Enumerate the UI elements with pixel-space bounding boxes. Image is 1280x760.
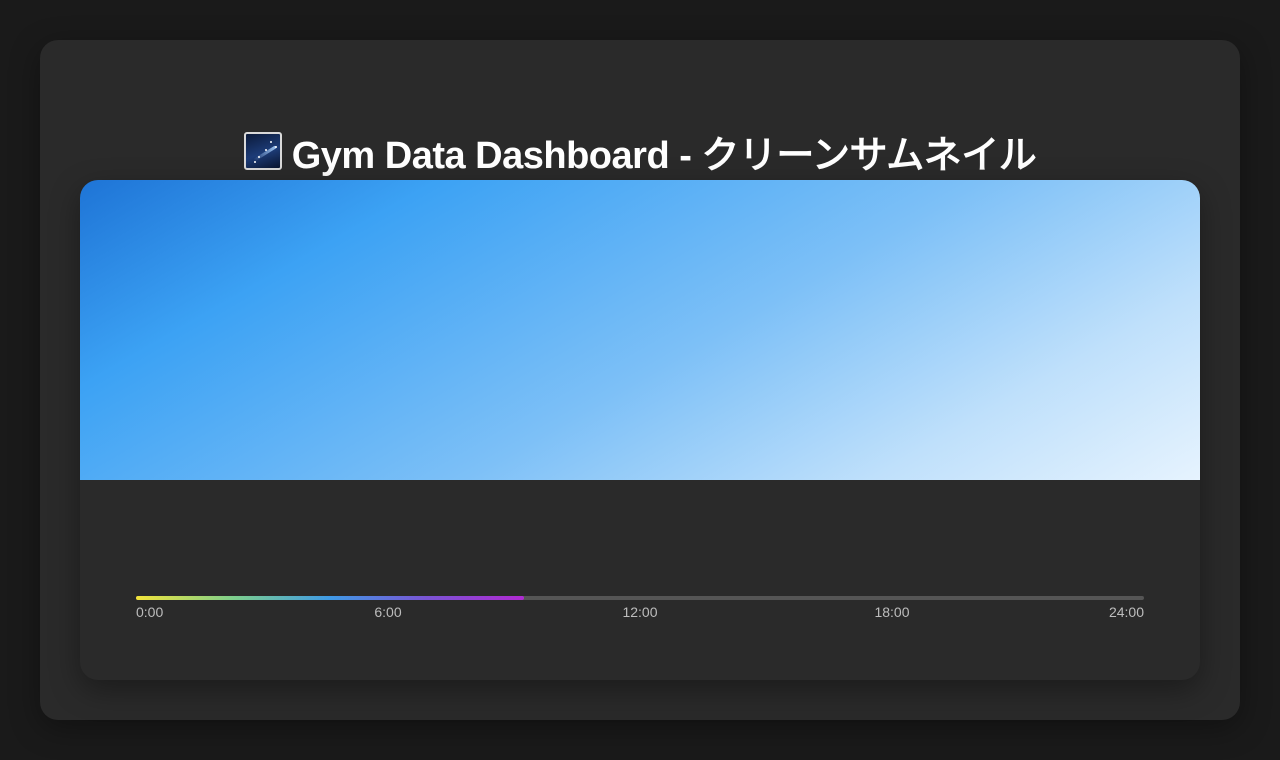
timeline-progress (136, 596, 525, 600)
header: Gym Data Dashboard - クリーンサムネイル (40, 126, 1240, 177)
thumbnail-preview (80, 180, 1200, 480)
page-title: Gym Data Dashboard - クリーンサムネイル (291, 134, 1037, 177)
timeline-tick-6: 6:00 (374, 604, 402, 620)
timeline-track[interactable] (136, 596, 1144, 600)
timeline-tick-24: 24:00 (1108, 604, 1144, 620)
timeline-tick-0: 0:00 (136, 604, 164, 620)
shooting-star-icon (243, 132, 282, 170)
dashboard-panel: Gym Data Dashboard - クリーンサムネイル 0:00 6:00… (40, 40, 1240, 720)
thumbnail-card: 0:00 6:00 12:00 18:00 24:00 (80, 180, 1200, 680)
timeline-tick-12: 12:00 (622, 604, 658, 620)
timeline-tick-18: 18:00 (874, 604, 910, 620)
